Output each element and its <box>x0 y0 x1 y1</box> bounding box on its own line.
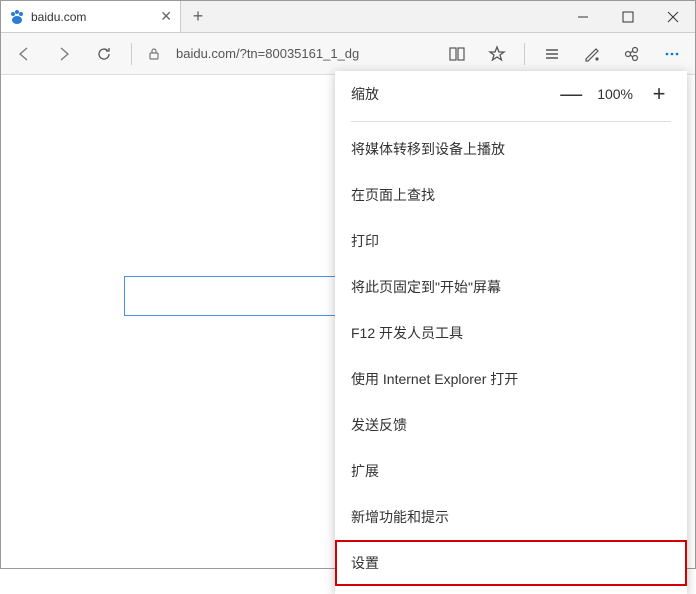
toolbar: baidu.com/?tn=80035161_1_dg <box>1 33 695 75</box>
title-bar: baidu.com ✕ + <box>1 1 695 33</box>
divider <box>524 43 525 65</box>
menu-item-pin-start[interactable]: 将此页固定到"开始"屏幕 <box>335 264 687 310</box>
forward-button[interactable] <box>45 35 83 73</box>
refresh-button[interactable] <box>85 35 123 73</box>
lock-icon[interactable] <box>140 35 168 73</box>
new-tab-button[interactable]: + <box>181 1 215 32</box>
menu-divider <box>351 121 671 122</box>
more-button[interactable] <box>653 35 691 73</box>
browser-tab[interactable]: baidu.com ✕ <box>1 1 181 32</box>
minimize-button[interactable] <box>560 1 605 32</box>
maximize-button[interactable] <box>605 1 650 32</box>
zoom-out-button[interactable]: — <box>559 81 583 107</box>
more-menu: 缩放 — 100% + 将媒体转移到设备上播放 在页面上查找 打印 将此页固定到… <box>335 71 687 594</box>
hub-button[interactable] <box>533 35 571 73</box>
back-button[interactable] <box>5 35 43 73</box>
baidu-favicon-icon <box>9 9 25 25</box>
menu-item-find[interactable]: 在页面上查找 <box>335 172 687 218</box>
reading-view-button[interactable] <box>438 35 476 73</box>
menu-item-cast[interactable]: 将媒体转移到设备上播放 <box>335 126 687 172</box>
url-text: baidu.com/?tn=80035161_1_dg <box>176 46 359 61</box>
favorites-button[interactable] <box>478 35 516 73</box>
menu-item-extensions[interactable]: 扩展 <box>335 448 687 494</box>
window-controls <box>560 1 695 32</box>
menu-item-open-ie[interactable]: 使用 Internet Explorer 打开 <box>335 356 687 402</box>
tab-title: baidu.com <box>31 10 154 24</box>
address-bar[interactable]: baidu.com/?tn=80035161_1_dg <box>170 39 436 69</box>
zoom-label: 缩放 <box>351 84 559 104</box>
menu-item-print[interactable]: 打印 <box>335 218 687 264</box>
notes-button[interactable] <box>573 35 611 73</box>
menu-item-devtools[interactable]: F12 开发人员工具 <box>335 310 687 356</box>
menu-item-feedback[interactable]: 发送反馈 <box>335 402 687 448</box>
menu-item-whatsnew[interactable]: 新增功能和提示 <box>335 494 687 540</box>
divider <box>131 43 132 65</box>
zoom-in-button[interactable]: + <box>647 81 671 107</box>
zoom-row: 缩放 — 100% + <box>335 71 687 117</box>
share-button[interactable] <box>613 35 651 73</box>
zoom-value: 100% <box>597 86 633 102</box>
tab-close-icon[interactable]: ✕ <box>160 8 172 25</box>
menu-item-settings[interactable]: 设置 <box>335 540 687 586</box>
close-button[interactable] <box>650 1 695 32</box>
